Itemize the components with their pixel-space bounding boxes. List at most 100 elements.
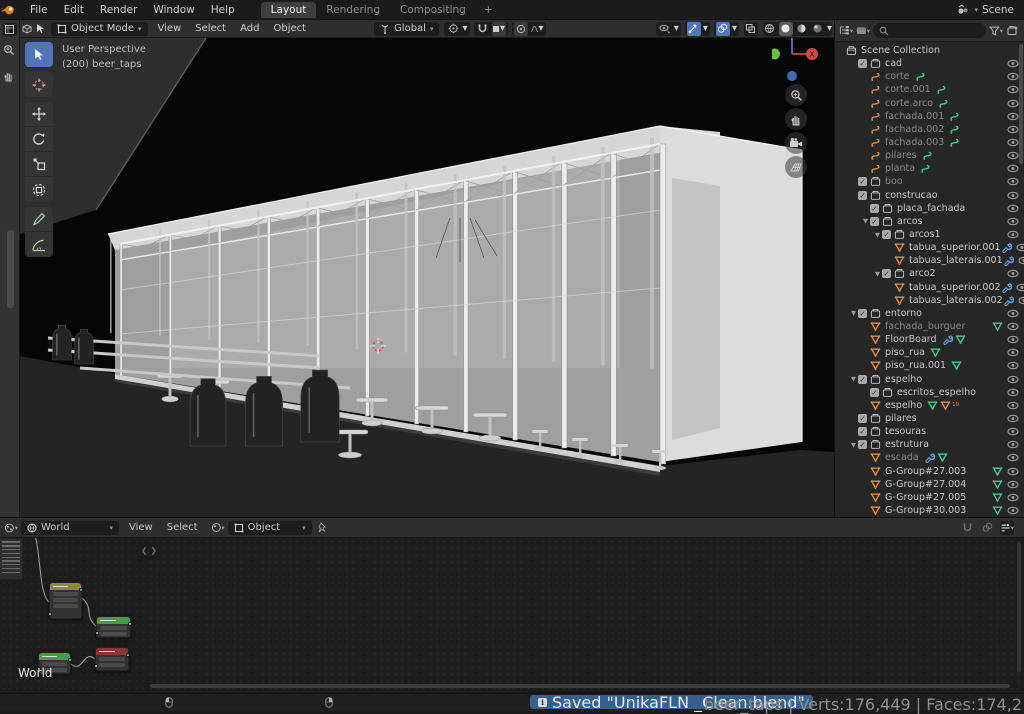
texture-node[interactable]	[49, 582, 82, 619]
collection-checkbox[interactable]: ✓	[882, 269, 891, 278]
collection-checkbox[interactable]: ✓	[858, 375, 867, 384]
outliner-row[interactable]: piso_rua	[835, 346, 1024, 359]
cursor-tool[interactable]	[25, 72, 53, 97]
outliner-row[interactable]: ▼✓arcos1	[835, 228, 1024, 241]
visibility-eye-toggle[interactable]	[1017, 256, 1024, 265]
blender-logo-icon[interactable]	[0, 4, 22, 16]
visibility-eye-toggle[interactable]	[1006, 112, 1020, 121]
filter-dropdown[interactable]: ▾	[989, 24, 1003, 38]
visibility-eye-toggle[interactable]	[1006, 177, 1020, 186]
menu-window[interactable]: Window	[145, 4, 202, 16]
collection-checkbox[interactable]: ✓	[858, 177, 867, 186]
outliner-row[interactable]: fachada.003	[835, 136, 1024, 149]
transform-tool[interactable]	[25, 177, 53, 202]
node-output-socket[interactable]	[128, 622, 132, 626]
node-vscrollbar[interactable]	[1017, 542, 1021, 672]
outliner-row[interactable]: piso_rua.001	[835, 359, 1024, 372]
node-output-socket[interactable]	[126, 653, 130, 657]
outliner-row[interactable]: fachada.002	[835, 123, 1024, 136]
outliner-row[interactable]: ▼✓espelho	[835, 373, 1024, 386]
visibility-eye-toggle[interactable]	[1006, 125, 1020, 134]
node-options-dropdown[interactable]: ▾	[1000, 521, 1014, 535]
expand-arrow-icon[interactable]: ▼	[873, 270, 882, 278]
snap-settings-dropdown[interactable]: ▾	[492, 22, 506, 36]
outliner-row[interactable]: tabuas_laterais.002	[835, 294, 1024, 307]
outliner-row[interactable]: corte	[835, 70, 1024, 83]
viewport-menu-view[interactable]: View	[151, 23, 189, 34]
outliner-row[interactable]: G-Group#30.003	[835, 504, 1024, 515]
pin-icon[interactable]	[315, 521, 329, 535]
new-collection-button[interactable]	[1006, 24, 1020, 38]
collection-checkbox[interactable]: ✓	[870, 204, 879, 213]
output-node[interactable]	[95, 647, 129, 671]
outliner-row[interactable]: tabua_superior.002	[835, 281, 1024, 294]
visibility-eye-toggle[interactable]	[1006, 388, 1020, 397]
offscreen-node[interactable]	[0, 538, 23, 580]
move-tool[interactable]	[25, 102, 53, 127]
visibility-eye-toggle[interactable]	[1006, 335, 1020, 344]
outliner-row[interactable]: FloorBoard	[835, 333, 1024, 346]
collection-checkbox[interactable]: ✓	[858, 309, 867, 318]
menu-edit[interactable]: Edit	[56, 4, 92, 16]
shader-menu-select[interactable]: Select	[160, 522, 205, 533]
measure-tool[interactable]	[25, 232, 53, 257]
outliner-row[interactable]: fachada_burguer	[835, 320, 1024, 333]
proportional-controls[interactable]: ▾	[512, 22, 546, 36]
collection-checkbox[interactable]: ✓	[858, 191, 867, 200]
collection-checkbox[interactable]: ✓	[858, 440, 867, 449]
add-workspace-button[interactable]: +	[476, 4, 501, 16]
visibility-eye-toggle[interactable]	[1006, 348, 1020, 357]
3d-viewport[interactable]: Object Mode ▾ ViewSelectAddObject Global…	[20, 20, 834, 517]
editor-type-icon[interactable]	[20, 22, 34, 36]
object-dropdown[interactable]: Object ▾	[228, 521, 312, 535]
collection-checkbox[interactable]: ✓	[870, 217, 879, 226]
visibility-eye-toggle[interactable]	[1006, 191, 1020, 200]
expand-arrow-icon[interactable]: ▼	[861, 217, 870, 225]
visibility-eye-toggle[interactable]	[1006, 59, 1020, 68]
shader-type-dropdown[interactable]: World ▾	[21, 521, 119, 535]
viewport-menu-select[interactable]: Select	[188, 23, 233, 34]
left-strip-scrollbar[interactable]	[7, 230, 14, 308]
menu-help[interactable]: Help	[203, 4, 243, 16]
outliner-row[interactable]: G-Group#27.005	[835, 491, 1024, 504]
outliner-row[interactable]: corte.001	[835, 83, 1024, 96]
outliner-row[interactable]: ✓pilares	[835, 412, 1024, 425]
node-hscrollbar[interactable]	[150, 684, 1010, 688]
gizmo-toggle[interactable]: ▾	[685, 22, 710, 36]
falloff-dropdown[interactable]: ▾	[530, 22, 544, 36]
snap-controls[interactable]: ▾	[474, 22, 508, 36]
collection-checkbox[interactable]: ✓	[882, 230, 891, 239]
visibility-eye-toggle[interactable]	[1006, 230, 1020, 239]
tool-fallback-icon[interactable]	[34, 22, 48, 36]
visibility-dropdown[interactable]: ▾	[656, 22, 681, 36]
outliner-row[interactable]: G-Group#27.004	[835, 478, 1024, 491]
outliner-search-input[interactable]	[873, 23, 986, 38]
visibility-eye-toggle[interactable]	[1006, 361, 1020, 370]
outliner-row[interactable]: ✓boo	[835, 175, 1024, 188]
visibility-eye-toggle[interactable]	[1006, 506, 1020, 515]
outliner-row[interactable]: corte.arco	[835, 97, 1024, 110]
overlays-toggle[interactable]: ▾	[714, 22, 739, 36]
outliner-row[interactable]: ✓cad	[835, 57, 1024, 70]
editor-type-icon[interactable]: ▾	[4, 521, 18, 535]
outliner-scrollbar[interactable]	[1019, 44, 1023, 164]
node-input-socket[interactable]	[94, 664, 98, 668]
outliner-row[interactable]: tabua_superior.001	[835, 241, 1024, 254]
expand-arrow-icon[interactable]: ▼	[849, 375, 858, 383]
visibility-eye-toggle[interactable]	[1006, 164, 1020, 173]
visibility-eye-toggle[interactable]	[1006, 414, 1020, 423]
workspace-tab-layout[interactable]: Layout	[261, 2, 317, 18]
zoom-icon[interactable]	[785, 84, 807, 106]
overlay-node-icon[interactable]	[980, 521, 994, 535]
visibility-eye-toggle[interactable]	[1006, 269, 1020, 278]
expand-arrow-icon[interactable]: ▼	[849, 441, 858, 449]
visibility-eye-toggle[interactable]	[1006, 138, 1020, 147]
outliner-row[interactable]: espelho19	[835, 399, 1024, 412]
visibility-eye-toggle[interactable]	[1006, 99, 1020, 108]
visibility-eye-toggle[interactable]	[1006, 85, 1020, 94]
node-canvas[interactable]: ❮ ❯ World	[0, 538, 1024, 690]
outliner-row[interactable]: ▼✓entorno	[835, 307, 1024, 320]
shading-material-icon[interactable]	[795, 22, 809, 36]
visibility-eye-toggle[interactable]	[1006, 72, 1020, 81]
visibility-eye-toggle[interactable]	[1006, 151, 1020, 160]
